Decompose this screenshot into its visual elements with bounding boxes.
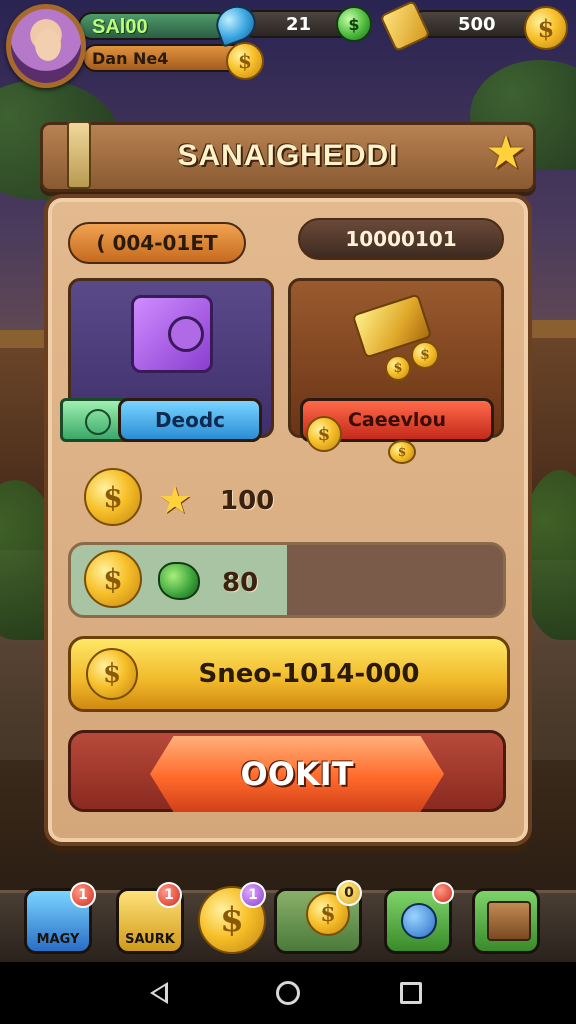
top-hud: SAl00 Dan Ne4 $ 21 $ 500 $ bbox=[0, 0, 576, 100]
recent-apps-icon[interactable] bbox=[400, 982, 422, 1004]
tab-chest[interactable] bbox=[472, 888, 540, 954]
confirm-button[interactable]: OOKIT bbox=[150, 736, 444, 812]
deposit-button[interactable]: Deodc bbox=[118, 398, 262, 442]
dialog-title: SANAIGHEDDI bbox=[177, 139, 399, 172]
globe-icon bbox=[401, 903, 437, 939]
gold-coin-icon: $ bbox=[84, 468, 142, 526]
gold-bars-icon bbox=[379, 0, 431, 53]
gold-coin-icon: $ bbox=[226, 42, 264, 80]
gold-purchase-label: Sneo-1014-000 bbox=[198, 659, 420, 689]
gold-coin-icon: $ bbox=[306, 416, 342, 452]
add-gold-coin-icon[interactable]: $ bbox=[524, 6, 568, 50]
player-subtitle-bar: Dan Ne4 bbox=[82, 44, 248, 72]
left-info-pill: ( 004-01ET bbox=[68, 222, 246, 264]
star-icon: ★ bbox=[158, 478, 193, 522]
reward-value-1: 100 bbox=[220, 486, 275, 516]
gold-coin-icon: $ bbox=[411, 341, 439, 369]
gold-coin-icon: $ bbox=[84, 550, 142, 608]
gold-coin-icon: $ bbox=[388, 440, 416, 464]
player-subtitle: Dan Ne4 bbox=[92, 49, 169, 68]
notification-badge: 1 bbox=[70, 882, 96, 908]
tab-label: MAGY bbox=[36, 932, 80, 947]
player-name-bar: SAl00 bbox=[78, 12, 230, 40]
notification-badge: 0 bbox=[336, 880, 362, 906]
home-icon[interactable] bbox=[276, 981, 300, 1005]
gem-count: 21 bbox=[286, 14, 312, 35]
star-icon[interactable]: ★ bbox=[482, 128, 530, 176]
player-avatar[interactable] bbox=[6, 4, 86, 88]
gold-coin-icon: $ bbox=[385, 355, 411, 381]
green-coin-icon[interactable]: $ bbox=[336, 6, 372, 42]
notification-badge: 1 bbox=[240, 882, 266, 908]
player-name: SAl00 bbox=[92, 16, 148, 38]
wallet-icon bbox=[131, 295, 213, 373]
chest-icon bbox=[487, 901, 531, 941]
tab-label: SAURK bbox=[125, 932, 175, 947]
gold-coin-icon: $ bbox=[86, 648, 138, 700]
avatar-face bbox=[35, 29, 61, 61]
gold-count: 500 bbox=[458, 14, 496, 35]
blue-gem-icon bbox=[211, 0, 261, 48]
green-gem-icon bbox=[158, 562, 200, 600]
dialog-banner: SANAIGHEDDI bbox=[40, 121, 536, 192]
notification-badge: 1 bbox=[156, 882, 182, 908]
gold-ingot-stack-icon: $ $ bbox=[339, 293, 449, 383]
right-info-pill: 10000101 bbox=[298, 218, 504, 260]
back-icon[interactable] bbox=[150, 982, 168, 1004]
notification-badge bbox=[432, 882, 454, 904]
reward-value-2: 80 bbox=[222, 568, 259, 598]
